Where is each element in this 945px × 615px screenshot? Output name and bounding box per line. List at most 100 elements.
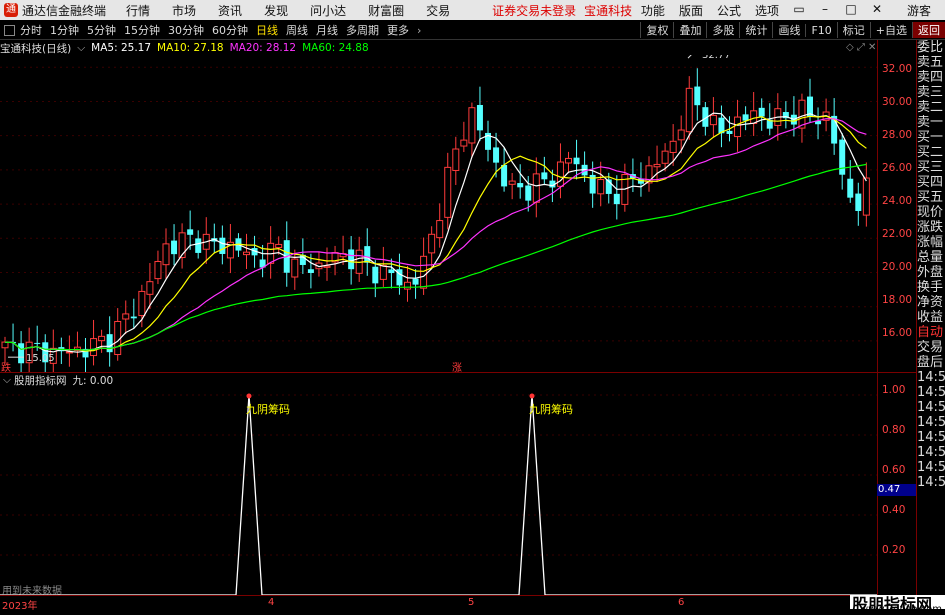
candle-body xyxy=(146,281,154,295)
menu-hangqing[interactable]: 行情 xyxy=(126,2,150,19)
quote-label: 涨幅 xyxy=(917,235,944,250)
quote-label: 14:56 xyxy=(917,400,945,415)
chart-tools: 复权 叠加 多股 统计 画线 F10 标记 +自选 返回 xyxy=(640,21,945,39)
signal-label: 九阴筹码 xyxy=(529,402,573,416)
candle-body xyxy=(661,150,669,164)
period-fenshi[interactable]: 分时 xyxy=(20,22,42,38)
tool-huaxian[interactable]: 画线 xyxy=(772,22,805,38)
panel-toggle-icon[interactable] xyxy=(4,24,15,36)
menu-banmian[interactable]: 版面 xyxy=(679,2,703,19)
candle-body xyxy=(130,316,137,319)
candle-body xyxy=(669,140,677,153)
period-day[interactable]: 日线 xyxy=(256,22,278,38)
tool-biaoji[interactable]: 标记 xyxy=(836,22,870,38)
quote-label: 买三 xyxy=(917,160,944,175)
menu-zixun[interactable]: 资讯 xyxy=(218,2,242,19)
quote-label: 自动 xyxy=(917,325,944,340)
candle-body xyxy=(847,178,854,198)
quote-label: 14:56 xyxy=(917,385,945,400)
menu-gongneng[interactable]: 功能 xyxy=(641,2,665,19)
month-label: 4 xyxy=(268,597,275,608)
legend-toggle-icon[interactable]: ⌵ xyxy=(77,42,85,55)
price-tick: 28.00 xyxy=(882,129,913,141)
quote-label: 委比 xyxy=(917,40,944,55)
period-60min[interactable]: 60分钟 xyxy=(212,22,248,38)
message-icon[interactable]: ▭ xyxy=(793,2,805,16)
period-1min[interactable]: 1分钟 xyxy=(50,22,79,38)
quote-label: 盘后 xyxy=(917,355,944,370)
quote-label: 收益 xyxy=(917,310,944,325)
candle-body xyxy=(122,313,130,320)
menu-gongshi[interactable]: 公式 xyxy=(717,2,741,19)
quote-label: 卖一 xyxy=(917,115,944,130)
login-warning[interactable]: 证券交易未登录 xyxy=(492,2,576,19)
candle-body xyxy=(404,281,411,290)
tool-f10[interactable]: F10 xyxy=(805,23,836,37)
candle-body xyxy=(685,87,693,133)
quote-label: 买一 xyxy=(917,130,944,145)
menu-faxian[interactable]: 发现 xyxy=(264,2,288,19)
close-icon[interactable]: ✕ xyxy=(871,2,883,16)
candlestick-chart[interactable]: 32.77 15.05 跌 涨 xyxy=(0,55,877,372)
candle-body xyxy=(412,278,419,285)
tool-diejia[interactable]: 叠加 xyxy=(673,22,706,38)
period-15min[interactable]: 15分钟 xyxy=(124,22,160,38)
menu-jiaoyi[interactable]: 交易 xyxy=(426,2,450,19)
price-tick: 32.00 xyxy=(882,63,913,75)
candle-body xyxy=(517,183,524,188)
tool-duogu[interactable]: 多股 xyxy=(706,22,739,38)
guest-label[interactable]: 游客 xyxy=(907,2,931,19)
maximize-icon[interactable]: □ xyxy=(845,2,857,16)
period-5min[interactable]: 5分钟 xyxy=(87,22,116,38)
candle-body xyxy=(541,172,548,180)
quote-label: 14:56 xyxy=(917,430,945,445)
minimize-icon[interactable]: – xyxy=(819,2,831,16)
high-marker xyxy=(687,55,692,59)
menu-wenxiaoda[interactable]: 问小达 xyxy=(310,2,346,19)
tool-back[interactable]: 返回 xyxy=(912,22,945,38)
flag-up: 涨 xyxy=(452,362,462,372)
signal-dot xyxy=(529,393,535,399)
period-30min[interactable]: 30分钟 xyxy=(168,22,204,38)
flag-down: 跌 xyxy=(1,361,11,372)
candle-body xyxy=(653,163,661,168)
indicator-toggle-icon[interactable]: ⌵ xyxy=(3,374,11,387)
tool-fuquan[interactable]: 复权 xyxy=(640,22,673,38)
candle-body xyxy=(508,180,516,185)
quote-label: 买五 xyxy=(917,190,944,205)
year-label: 2023年 xyxy=(2,601,38,612)
candle-body xyxy=(677,129,685,141)
price-tick: 26.00 xyxy=(882,162,913,174)
chevron-right-icon[interactable]: › xyxy=(417,24,421,37)
time-axis: 用到未来数据 2023年 4 5 6 xyxy=(0,586,877,612)
chart-settings-icon[interactable]: ◇ ⤢ ✕ xyxy=(846,42,876,53)
ma10-label: MA10: 27.18 xyxy=(157,42,224,54)
quote-label: 14:56 xyxy=(917,475,945,490)
candle-body xyxy=(694,86,701,106)
quote-panel: 委比 卖五 卖四 卖三 卖二 卖一 买一 买二 买三 买四 买五 现价 涨跌 涨幅 总量 外盘 换手 净资 收益 自动… xyxy=(916,40,945,609)
period-month[interactable]: 月线 xyxy=(316,22,338,38)
axis-border xyxy=(877,40,878,595)
candle-body xyxy=(195,238,202,253)
tool-zixuan[interactable]: +自选 xyxy=(869,22,912,38)
price-tick: 16.00 xyxy=(882,327,913,339)
indicator-chart[interactable]: 九阴筹码 九阴筹码 xyxy=(0,387,877,595)
menu-shichang[interactable]: 市场 xyxy=(172,2,196,19)
sub-tick: 0.40 xyxy=(882,504,906,516)
tool-tongji[interactable]: 统计 xyxy=(739,22,772,38)
quote-label: 14:56 xyxy=(917,415,945,430)
period-multi[interactable]: 多周期 xyxy=(346,22,379,38)
candle-body xyxy=(734,116,742,138)
candle-body xyxy=(428,233,436,254)
candle-body xyxy=(468,107,476,144)
menu-caifuquan[interactable]: 财富圈 xyxy=(368,2,404,19)
menu-xuanxiang[interactable]: 选项 xyxy=(755,2,779,19)
period-more[interactable]: 更多 xyxy=(387,22,409,38)
period-week[interactable]: 周线 xyxy=(286,22,308,38)
candle-body xyxy=(452,148,460,171)
price-tick: 18.00 xyxy=(882,294,913,306)
candle-body xyxy=(855,193,862,211)
quote-label: 14:56 xyxy=(917,370,945,385)
quote-label: 卖三 xyxy=(917,85,944,100)
current-value-tag: 0.47 xyxy=(877,484,917,496)
